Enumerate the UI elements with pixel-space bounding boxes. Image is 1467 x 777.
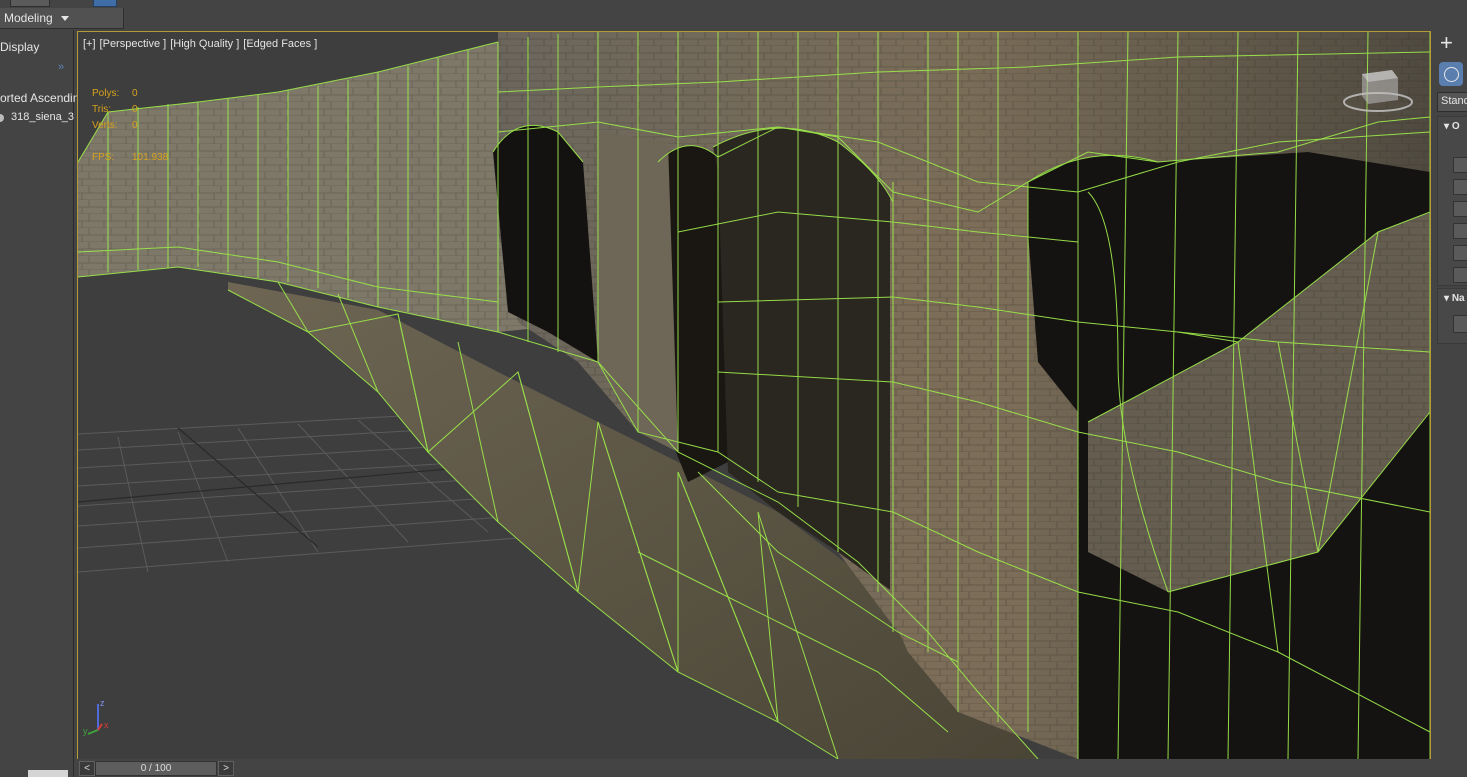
plus-icon[interactable]: +: [1440, 32, 1453, 54]
object-button[interactable]: [1453, 179, 1467, 195]
polys-value: 0: [132, 88, 138, 99]
object-button[interactable]: [1453, 267, 1467, 283]
fps-label: FPS:: [92, 152, 115, 163]
visibility-icon[interactable]: [0, 114, 4, 122]
chevron-down-icon: [61, 16, 69, 21]
viewport-quality-label[interactable]: [High Quality ]: [170, 38, 239, 50]
perspective-viewport[interactable]: [+] [Perspective ] [High Quality ] [Edged F…: [77, 31, 1431, 760]
next-frame-button[interactable]: >: [218, 761, 234, 776]
tris-value: 0: [132, 104, 138, 115]
expand-icon[interactable]: »: [58, 61, 64, 73]
axis-y-label: y: [83, 726, 88, 736]
verts-value: 0: [132, 120, 138, 131]
object-button[interactable]: [1453, 157, 1467, 173]
viewcube-icon[interactable]: [1340, 66, 1416, 116]
ribbon-tab-label: Modeling: [4, 11, 53, 25]
fps-value: 101.938: [132, 152, 169, 163]
viewport-menu-button[interactable]: [+]: [83, 38, 96, 50]
axis-x-label: x: [104, 720, 109, 730]
viewport-view-label[interactable]: [Perspective ]: [100, 38, 167, 50]
previous-frame-button[interactable]: <: [79, 761, 95, 776]
viewport-label-menu[interactable]: [+] [Perspective ] [High Quality ] [Edged F…: [83, 38, 321, 50]
rollout-header[interactable]: ▾ O: [1444, 121, 1460, 132]
panel-scroll-thumb[interactable]: [28, 770, 68, 777]
display-label[interactable]: Display: [0, 40, 39, 54]
viewport-scene: [78, 32, 1430, 759]
polys-label: Polys:: [92, 88, 120, 99]
axis-tripod-icon: z y x: [83, 698, 109, 736]
dropdown-value: Stand: [1441, 95, 1467, 107]
object-type-dropdown[interactable]: Stand: [1437, 92, 1467, 112]
time-slider-bar: < 0 / 100 >: [77, 759, 1467, 777]
sphere-icon[interactable]: [1439, 62, 1463, 86]
axis-z-label: z: [100, 698, 105, 708]
scene-object-item[interactable]: 318_siena_3: [11, 111, 74, 123]
name-color-rollout: ▾ Na: [1437, 288, 1467, 344]
verts-label: Verts:: [92, 120, 118, 131]
sort-column-header[interactable]: orted Ascendin: [0, 91, 79, 105]
top-toolbar: Modeling: [0, 0, 1467, 30]
scene-explorer-panel: Display » orted Ascendin 318_siena_3: [0, 30, 79, 777]
rollout-header[interactable]: ▾ Na: [1444, 293, 1465, 304]
toolbar-button-active[interactable]: [93, 0, 117, 7]
time-slider[interactable]: 0 / 100: [95, 761, 217, 776]
object-type-rollout: ▾ O: [1437, 116, 1467, 286]
name-field[interactable]: [1453, 315, 1467, 333]
object-button[interactable]: [1453, 245, 1467, 261]
viewport-shading-label[interactable]: [Edged Faces ]: [243, 38, 317, 50]
command-panel: + Stand ▾ O ▾ Na: [1434, 30, 1467, 777]
toolbar-button-stub[interactable]: [10, 0, 50, 7]
object-button[interactable]: [1453, 201, 1467, 217]
statistics-overlay: Polys: 0 Tris: 0 Verts: 0 FPS: 101.938: [92, 86, 168, 166]
object-button[interactable]: [1453, 223, 1467, 239]
tris-label: Tris:: [92, 104, 112, 115]
ribbon-modeling-dropdown[interactable]: Modeling: [0, 8, 124, 29]
